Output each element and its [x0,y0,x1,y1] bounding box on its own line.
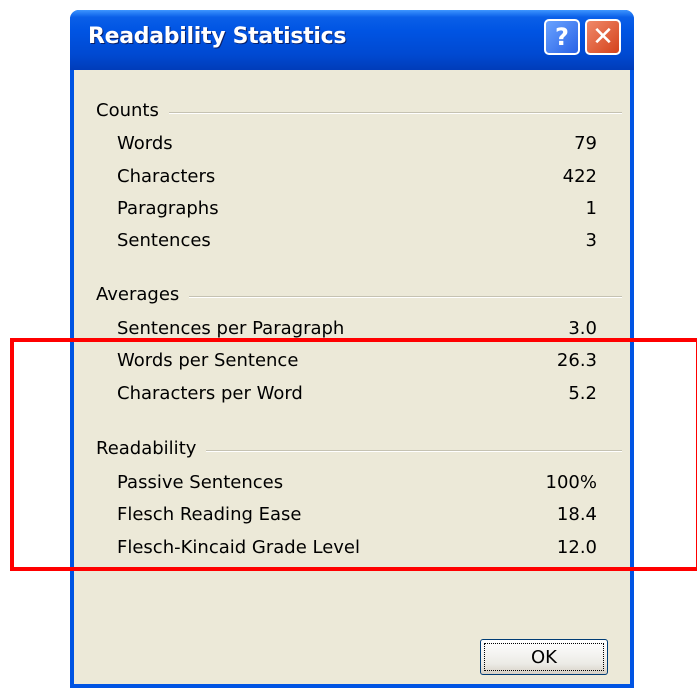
stat-row-characters-per-word: Characters per Word 5.2 [117,383,597,409]
stat-row-sentences-per-paragraph: Sentences per Paragraph 3.0 [117,318,597,344]
counts-heading: Counts [96,100,169,121]
stat-label: Flesch Reading Ease [117,504,302,525]
stat-row-words: Words 79 [117,133,597,159]
title-bar[interactable]: Readability Statistics ? ✕ [70,10,634,70]
stat-label: Flesch-Kincaid Grade Level [117,537,361,558]
stat-label: Sentences [117,230,211,251]
stat-row-characters: Characters 422 [117,166,597,192]
stat-value: 26.3 [556,350,597,371]
readability-dialog: Readability Statistics ? ✕ Counts Words … [70,10,634,688]
stat-row-flesch-reading-ease: Flesch Reading Ease 18.4 [117,504,597,530]
stat-label: Words per Sentence [117,350,299,371]
stat-row-paragraphs: Paragraphs 1 [117,198,597,224]
stat-value: 1 [585,198,597,219]
stat-label: Passive Sentences [117,472,284,493]
averages-heading: Averages [96,284,190,305]
stat-value: 422 [562,166,597,187]
readability-heading: Readability [96,438,207,459]
counts-group-header: Counts [96,100,622,124]
stat-row-flesch-kincaid-grade: Flesch-Kincaid Grade Level 12.0 [117,537,597,563]
stat-value: 100% [545,472,597,493]
question-mark-icon: ? [555,23,569,51]
dialog-body: Counts Words 79 Characters 422 Paragraph… [74,70,630,684]
stat-row-sentences: Sentences 3 [117,230,597,256]
ok-button[interactable]: OK [480,639,608,675]
stat-value: 79 [574,133,597,154]
stat-label: Words [117,133,173,154]
stat-label: Paragraphs [117,198,219,219]
stat-value: 3.0 [568,318,597,339]
stat-row-words-per-sentence: Words per Sentence 26.3 [117,350,597,376]
readability-group-header: Readability [96,438,622,462]
stat-label: Sentences per Paragraph [117,318,345,339]
stat-row-passive-sentences: Passive Sentences 100% [117,472,597,498]
stat-label: Characters per Word [117,383,303,404]
close-icon: ✕ [592,22,614,52]
averages-group-header: Averages [96,284,622,308]
ok-button-label: OK [484,643,604,671]
stat-value: 18.4 [556,504,597,525]
stat-value: 5.2 [568,383,597,404]
stat-label: Characters [117,166,216,187]
help-button[interactable]: ? [544,19,580,55]
group-divider [96,112,622,114]
dialog-title: Readability Statistics [88,24,347,49]
stat-value: 3 [585,230,597,251]
close-button[interactable]: ✕ [585,19,621,55]
stat-value: 12.0 [556,537,597,558]
